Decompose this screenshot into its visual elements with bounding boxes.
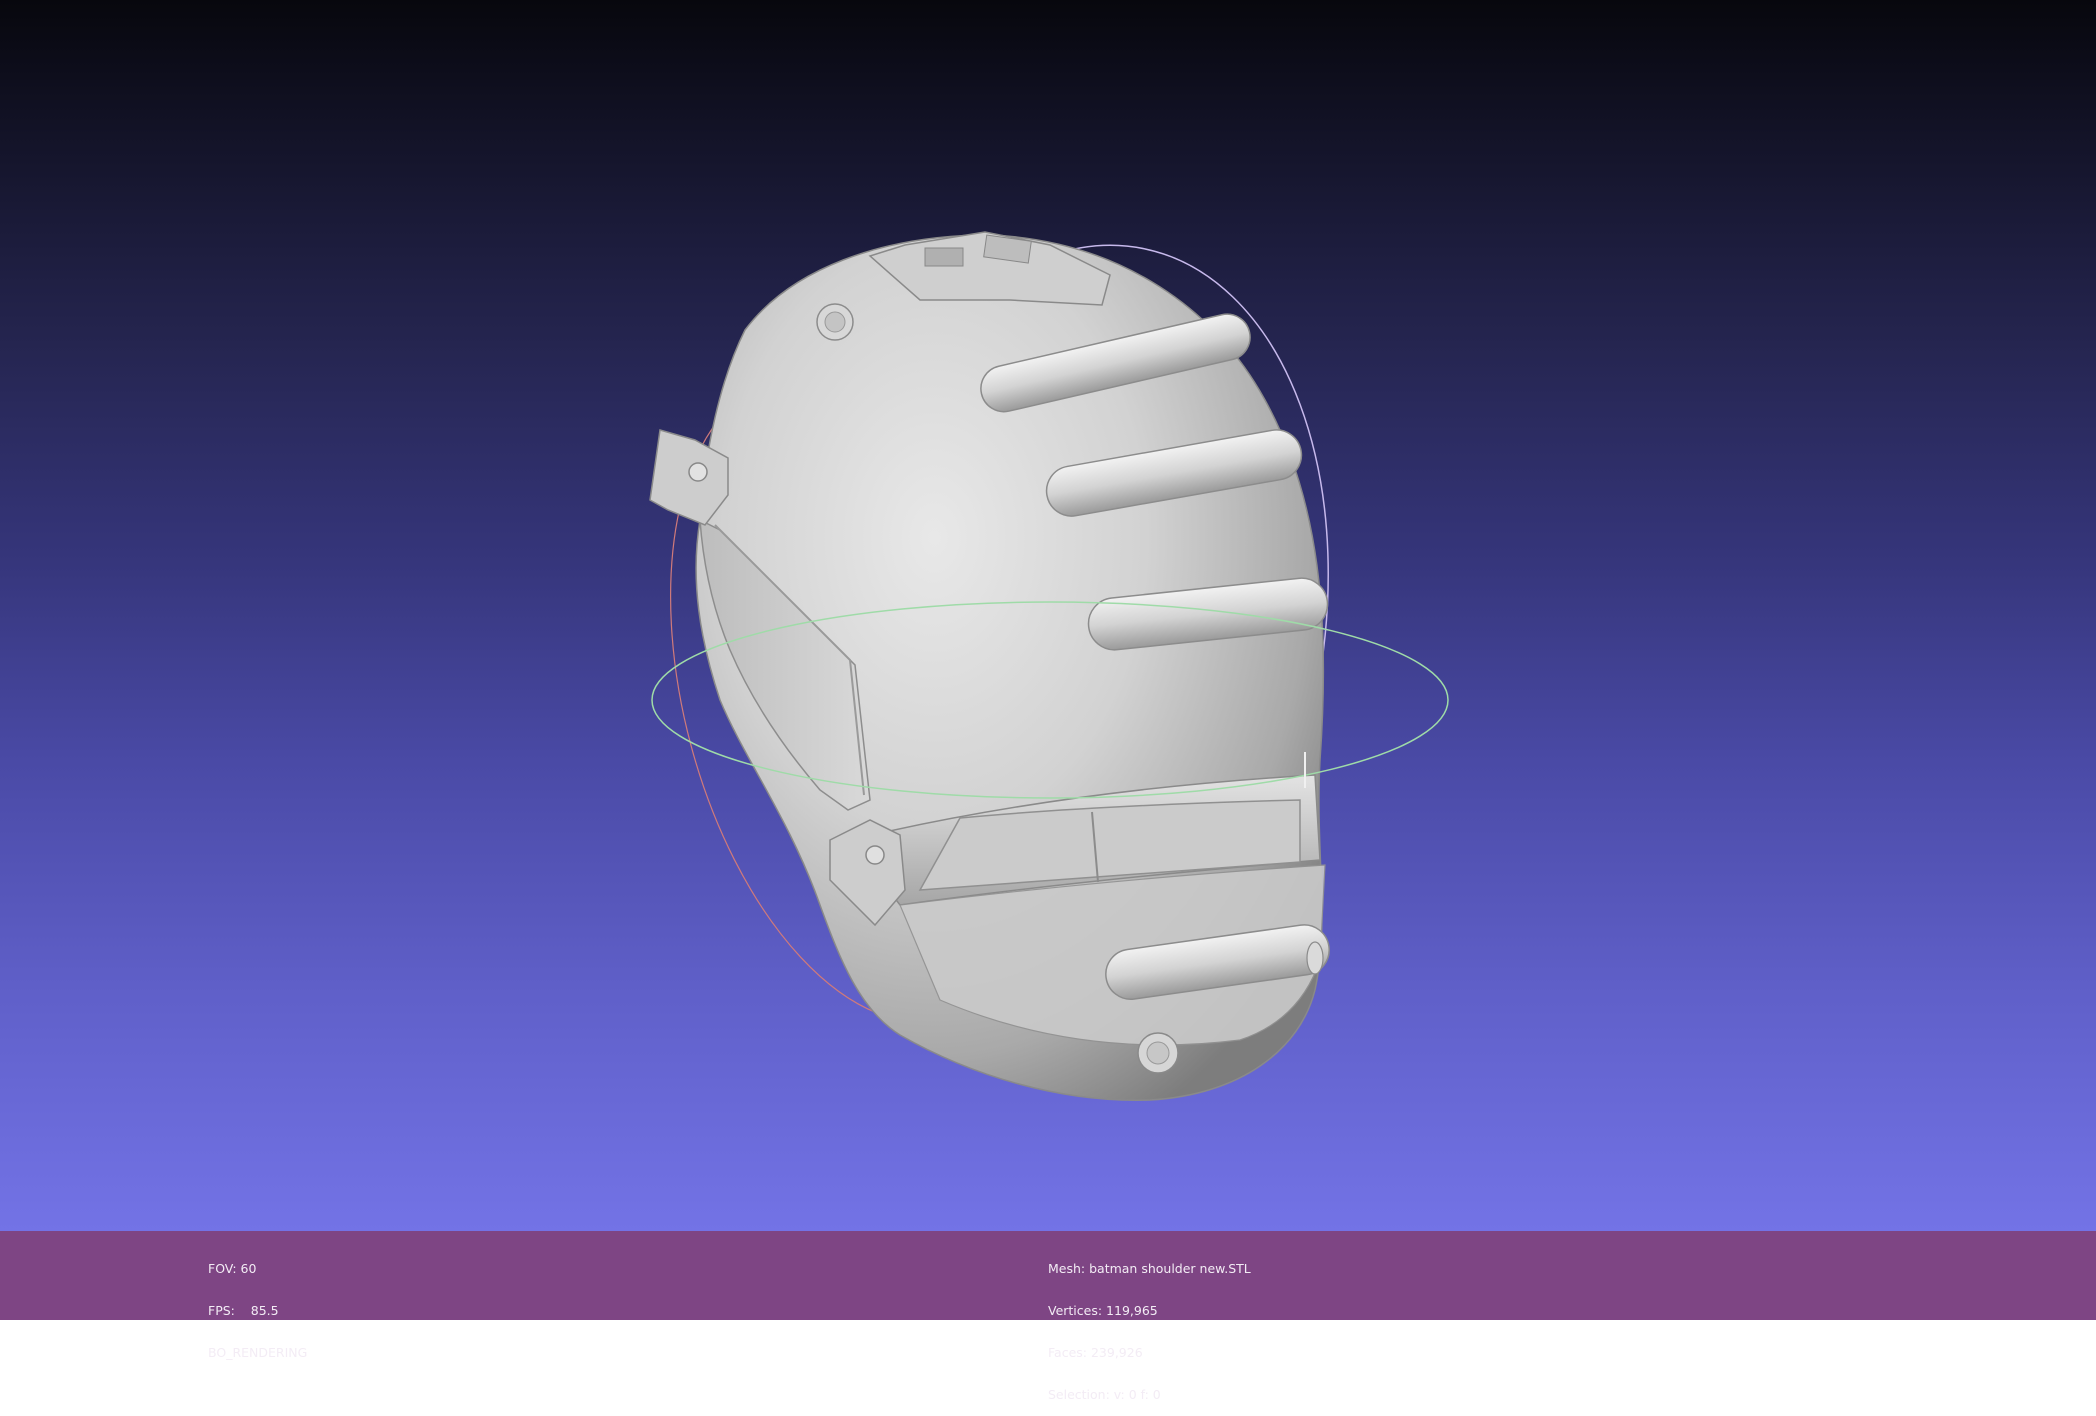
top-clip-slot [924, 247, 964, 267]
vertex-count: Vertices: 119,965 [1048, 1303, 1158, 1318]
mesh-render[interactable] [0, 0, 2096, 1231]
bracket-upper-bolt [688, 462, 708, 482]
3d-viewport[interactable] [0, 0, 2096, 1231]
mesh-info: Mesh: batman shoulder new.STL Vertices: … [1048, 1234, 1251, 1416]
render-mode: BO_RENDERING [208, 1345, 308, 1360]
render-info: FOV: 60 FPS: 85.5 BO_RENDERING [208, 1234, 307, 1374]
side-button [1306, 941, 1324, 975]
selection-info: Selection: v: 0 f: 0 [1048, 1387, 1161, 1402]
bracket-lower-bolt [865, 845, 885, 865]
fps-readout: FPS: 85.5 [208, 1303, 279, 1318]
mesh-name: Mesh: batman shoulder new.STL [1048, 1261, 1251, 1276]
face-count: Faces: 239,926 [1048, 1345, 1143, 1360]
fov-readout: FOV: 60 [208, 1261, 257, 1276]
